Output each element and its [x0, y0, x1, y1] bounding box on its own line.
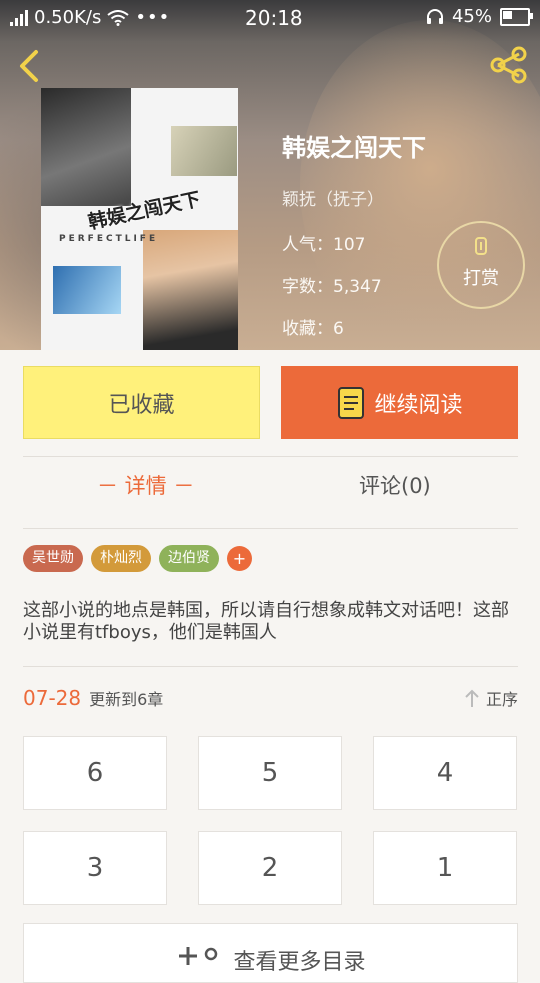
- book-favorites: 收藏：6: [282, 319, 344, 339]
- book-description: 这部小说的地点是韩国，所以请自行想象成韩文对话吧！这部小说里有tfboys，他们…: [23, 600, 509, 643]
- share-button[interactable]: [488, 44, 530, 86]
- book-word-count: 字数：5,347: [282, 277, 382, 297]
- divider: [23, 666, 518, 667]
- book-cover: 韩娱之闯天下 PERFECTLIFE: [41, 88, 238, 350]
- catalog-icon: [179, 947, 218, 965]
- tag-item[interactable]: 吴世勋: [23, 545, 83, 572]
- tip-button[interactable]: 打赏: [437, 221, 525, 309]
- chevron-left-icon: [20, 50, 38, 82]
- tag-list: 吴世勋 朴灿烈 边伯贤 +: [23, 545, 252, 572]
- sort-button[interactable]: 正序: [464, 686, 518, 710]
- arrow-up-icon: [465, 689, 479, 707]
- coin-icon: [475, 237, 487, 255]
- divider: [23, 456, 518, 457]
- share-icon: [490, 46, 527, 84]
- more-dots-icon: •••: [135, 7, 171, 28]
- back-button[interactable]: [12, 46, 48, 86]
- wifi-icon: [107, 9, 129, 26]
- battery-icon: [500, 7, 533, 26]
- sort-label: 正序: [485, 690, 518, 709]
- chapter-item[interactable]: 2: [198, 831, 342, 905]
- tab-comments[interactable]: 评论(0): [359, 470, 431, 500]
- divider: [23, 528, 518, 529]
- book-header: 0.50K/s ••• 20:18 45% 韩娱之闯天下 PERFECTLIFE…: [0, 0, 540, 350]
- continue-reading-label: 继续阅读: [374, 392, 463, 418]
- signal-icon: [10, 9, 28, 26]
- battery-percent: 45%: [451, 6, 492, 27]
- view-more-label: 查看更多目录: [233, 950, 366, 975]
- tab-detail[interactable]: － 详情 －: [97, 470, 194, 500]
- view-more-chapters-button[interactable]: 查看更多目录: [23, 923, 518, 983]
- update-date: 07-28: [23, 686, 82, 710]
- cover-photo: [53, 266, 121, 314]
- add-tag-button[interactable]: +: [227, 546, 252, 571]
- chapter-item[interactable]: 6: [23, 736, 167, 810]
- cover-subtitle: PERFECTLIFE: [59, 234, 159, 244]
- chapter-item[interactable]: 3: [23, 831, 167, 905]
- clock: 20:18: [245, 6, 303, 30]
- favorite-label: 已收藏: [108, 392, 175, 418]
- update-text: 更新到6章: [89, 690, 164, 709]
- cover-photo: [171, 126, 237, 176]
- cover-photo: [143, 230, 238, 350]
- chapter-item[interactable]: 4: [373, 736, 517, 810]
- book-info: 韩娱之闯天下 颖抚（抚子） 人气：107 字数：5,347 收藏：6: [282, 128, 426, 350]
- book-author[interactable]: 颖抚（抚子）: [282, 185, 426, 210]
- cover-photo: [41, 88, 131, 206]
- book-icon: [338, 386, 365, 419]
- continue-reading-button[interactable]: 继续阅读: [281, 366, 518, 439]
- headphones-icon: [426, 8, 443, 24]
- book-title: 韩娱之闯天下: [282, 134, 426, 162]
- chapter-item[interactable]: 5: [198, 736, 342, 810]
- status-bar: 0.50K/s ••• 20:18 45%: [0, 0, 540, 36]
- book-popularity: 人气：107: [282, 235, 366, 255]
- favorite-button[interactable]: 已收藏: [23, 366, 260, 439]
- tip-label: 打赏: [463, 268, 499, 289]
- network-speed: 0.50K/s: [34, 7, 102, 28]
- update-info: 07-28 更新到6章: [23, 686, 163, 710]
- chapter-item[interactable]: 1: [373, 831, 517, 905]
- tag-item[interactable]: 朴灿烈: [91, 545, 151, 572]
- tag-item[interactable]: 边伯贤: [159, 545, 219, 572]
